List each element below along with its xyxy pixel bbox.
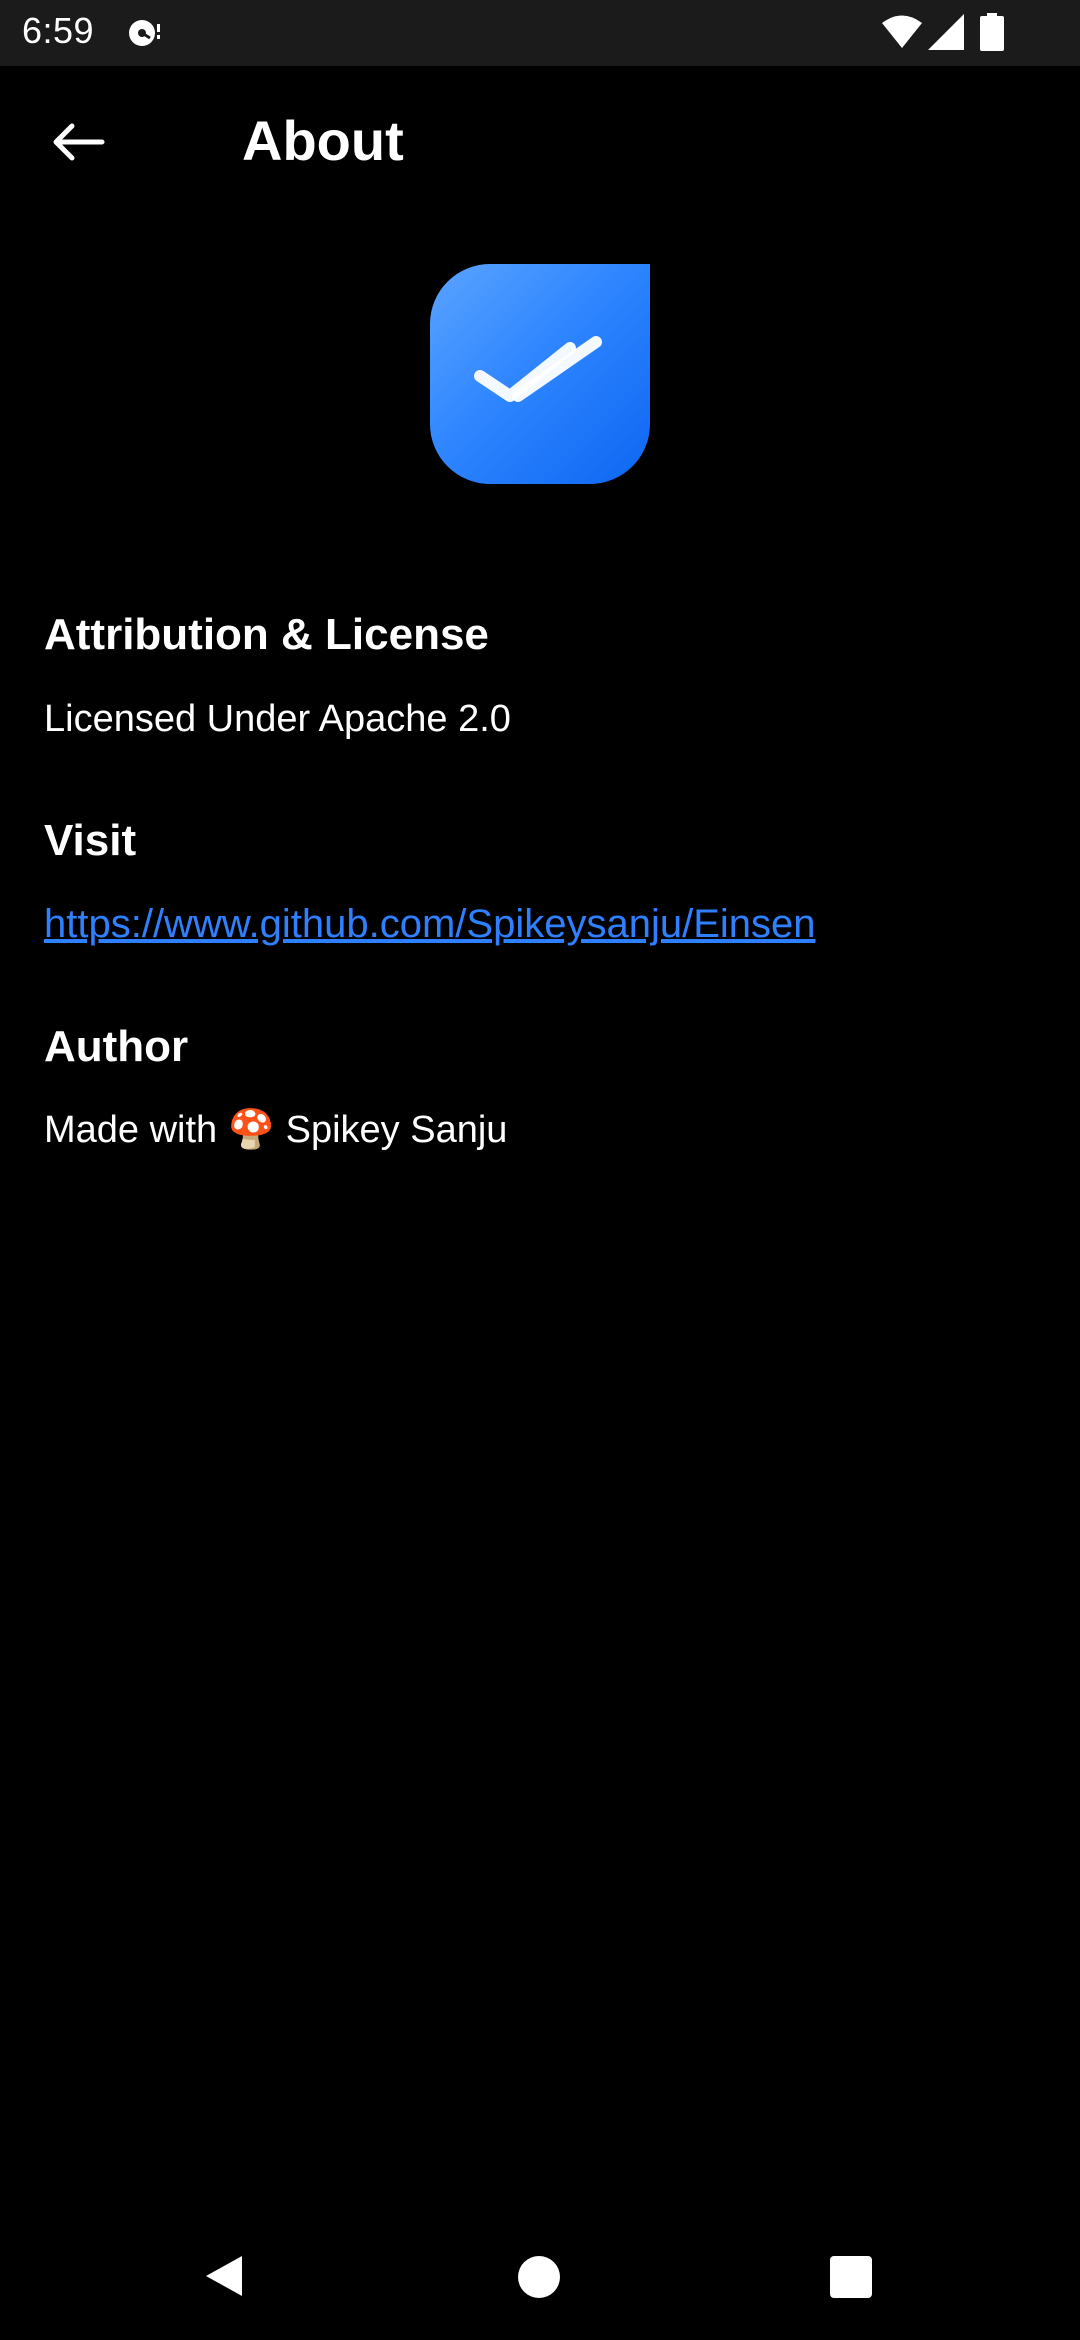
author-text: Made with 🍄 Spikey Sanju xyxy=(44,1109,508,1151)
battery-icon xyxy=(980,13,1004,51)
status-bar: 6:59 xyxy=(0,0,1080,66)
nav-back-icon[interactable] xyxy=(200,2252,248,2300)
back-button[interactable] xyxy=(30,106,126,178)
visit-heading: Visit xyxy=(44,816,137,865)
author-heading: Author xyxy=(44,1022,189,1071)
navigation-bar xyxy=(0,2208,1080,2340)
wifi-icon xyxy=(882,15,922,48)
arrow-left-icon xyxy=(53,123,105,161)
page-title: About xyxy=(242,109,404,172)
nav-home-icon[interactable] xyxy=(518,2256,560,2298)
app-logo xyxy=(430,264,650,484)
license-heading: Attribution & License xyxy=(44,610,489,659)
notification-icon xyxy=(129,20,160,46)
license-text: Licensed Under Apache 2.0 xyxy=(44,698,511,740)
nav-recents-icon[interactable] xyxy=(830,2256,872,2298)
status-time: 6:59 xyxy=(22,10,95,51)
signal-icon xyxy=(928,14,964,50)
double-check-icon xyxy=(474,336,602,402)
github-link[interactable]: https://www.github.com/Spikeysanju/Einse… xyxy=(44,902,816,947)
